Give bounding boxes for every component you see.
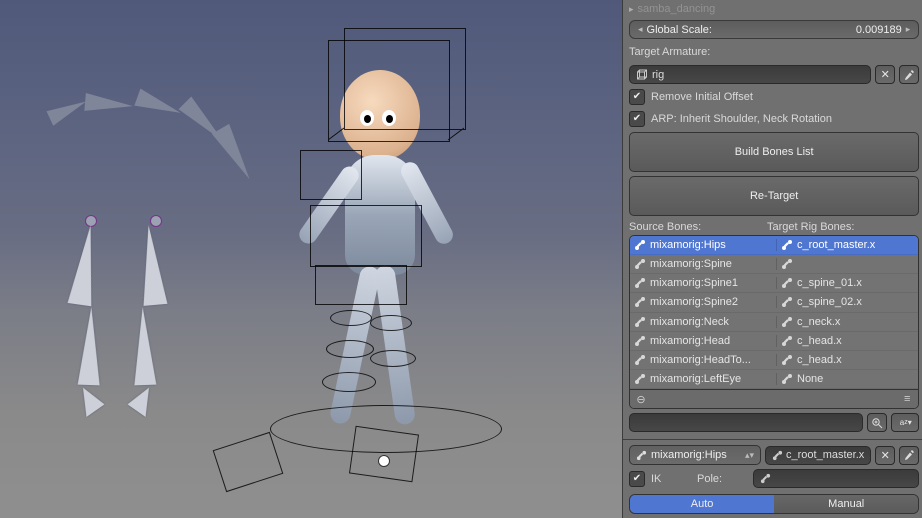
list-grip-icon[interactable]: ≡	[900, 392, 914, 406]
mode-auto-button[interactable]: Auto	[630, 495, 774, 513]
bone-icon	[781, 296, 793, 308]
build-bones-button[interactable]: Build Bones List	[629, 132, 919, 172]
source-bone-name: mixamorig:Spine	[650, 258, 732, 270]
bone-map-row[interactable]: mixamorig:Neck c_neck.x	[630, 313, 918, 332]
target-bones-header: Target Rig Bones:	[767, 221, 854, 233]
ik-label: IK	[651, 473, 661, 485]
increase-arrow-icon[interactable]: ▸	[906, 24, 911, 35]
source-bone-name: mixamorig:Spine2	[650, 296, 738, 308]
source-bones-header: Source Bones:	[629, 221, 767, 233]
bone-map-row[interactable]: mixamorig:Spine	[630, 255, 918, 274]
bone-map-row[interactable]: mixamorig:Spine2 c_spine_02.x	[630, 293, 918, 312]
bone-icon	[781, 316, 793, 328]
active-target-bone-value: c_root_master.x	[786, 449, 864, 461]
bone-icon	[760, 473, 771, 484]
arp-inherit-checkbox[interactable]	[629, 111, 645, 127]
bone-icon	[634, 277, 646, 289]
source-armature-legs	[55, 215, 235, 435]
target-bone-name: c_head.x	[797, 335, 842, 347]
bone-map-row[interactable]: mixamorig:Hips c_root_master.x	[630, 236, 918, 255]
bone-icon	[634, 296, 646, 308]
bone-icon	[634, 258, 646, 270]
sort-az-button[interactable]: az▾	[891, 413, 919, 432]
target-bone-name: None	[797, 373, 823, 385]
clear-target-button[interactable]: ✕	[875, 446, 895, 465]
active-source-bone-value: mixamorig:Hips	[651, 449, 727, 461]
source-bone-name: mixamorig:Head	[650, 335, 730, 347]
chevron-updown-icon: ▴▾	[745, 450, 754, 461]
pole-label: Pole:	[697, 473, 745, 485]
retarget-button[interactable]: Re-Target	[629, 176, 919, 216]
target-armature-label: Target Armature:	[629, 46, 710, 58]
arp-inherit-label: ARP: Inherit Shoulder, Neck Rotation	[651, 113, 832, 125]
bone-icon	[781, 258, 793, 270]
target-armature-value: rig	[652, 69, 664, 81]
viewport-3d[interactable]	[0, 0, 622, 518]
bone-map-row[interactable]: mixamorig:LeftEye None	[630, 370, 918, 389]
ik-checkbox[interactable]	[629, 471, 645, 487]
bone-icon	[634, 316, 646, 328]
bone-filter-input[interactable]	[629, 413, 863, 432]
target-armature-field[interactable]: rig	[629, 65, 871, 84]
magnifier-plus-icon	[871, 417, 883, 429]
eyedropper-icon	[903, 69, 915, 81]
bone-icon	[636, 450, 647, 461]
bone-icon	[634, 373, 646, 385]
active-target-bone-field[interactable]: c_root_master.x	[765, 446, 871, 465]
cube-wire-icon	[636, 69, 648, 81]
source-bone-name: mixamorig:HeadTo...	[650, 354, 751, 366]
bone-map-row[interactable]: mixamorig:HeadTo... c_head.x	[630, 351, 918, 370]
bone-map-row[interactable]: mixamorig:Spine1 c_spine_01.x	[630, 274, 918, 293]
bone-icon	[781, 239, 793, 251]
eyedropper-icon	[903, 449, 915, 461]
target-bone-name: c_root_master.x	[797, 239, 875, 251]
remove-offset-checkbox[interactable]	[629, 89, 645, 105]
global-scale-value: 0.009189	[856, 24, 902, 36]
eyedropper-button[interactable]	[899, 65, 919, 84]
pole-bone-field[interactable]	[753, 469, 919, 488]
x-icon: ✕	[881, 68, 890, 81]
clear-armature-button[interactable]: ✕	[875, 65, 895, 84]
remove-offset-label: Remove Initial Offset	[651, 91, 753, 103]
bone-map-list[interactable]: mixamorig:Hips c_root_master.x mixamorig:S…	[629, 235, 919, 409]
eyedropper-target-button[interactable]	[899, 446, 919, 465]
bone-map-row[interactable]: mixamorig:Head c_head.x	[630, 332, 918, 351]
source-bone-name: mixamorig:LeftEye	[650, 373, 741, 385]
list-collapse-button[interactable]: ⊖	[634, 392, 648, 406]
retarget-panel: ▸ samba_dancing ◂ Global Scale: 0.009189…	[622, 0, 922, 518]
target-bone-name: c_neck.x	[797, 316, 840, 328]
target-bone-name: c_head.x	[797, 354, 842, 366]
bone-icon	[781, 335, 793, 347]
source-bone-name: mixamorig:Hips	[650, 239, 726, 251]
bone-icon	[781, 277, 793, 289]
mode-toggle[interactable]: Auto Manual	[629, 494, 919, 514]
mode-manual-button[interactable]: Manual	[774, 495, 918, 513]
bone-icon	[634, 239, 646, 251]
anim-name-label: samba_dancing	[638, 3, 716, 15]
x-icon: ✕	[881, 449, 890, 462]
bone-icon	[634, 335, 646, 347]
source-bone-name: mixamorig:Spine1	[650, 277, 738, 289]
global-scale-label: Global Scale:	[647, 24, 712, 36]
bone-icon	[772, 450, 783, 461]
bone-icon	[781, 354, 793, 366]
source-armature-arms	[40, 70, 260, 190]
target-bone-name: c_spine_02.x	[797, 296, 862, 308]
bone-icon	[781, 373, 793, 385]
bone-icon	[634, 354, 646, 366]
az-down-icon: az▾	[900, 418, 911, 427]
global-scale-slider[interactable]: ◂ Global Scale: 0.009189 ▸	[629, 20, 919, 39]
bone-list-footer: ⊖≡	[630, 389, 918, 408]
active-source-bone-dropdown[interactable]: mixamorig:Hips ▴▾	[629, 445, 761, 465]
filter-zoom-button[interactable]	[867, 413, 887, 432]
source-bone-name: mixamorig:Neck	[650, 316, 729, 328]
target-bone-name: c_spine_01.x	[797, 277, 862, 289]
